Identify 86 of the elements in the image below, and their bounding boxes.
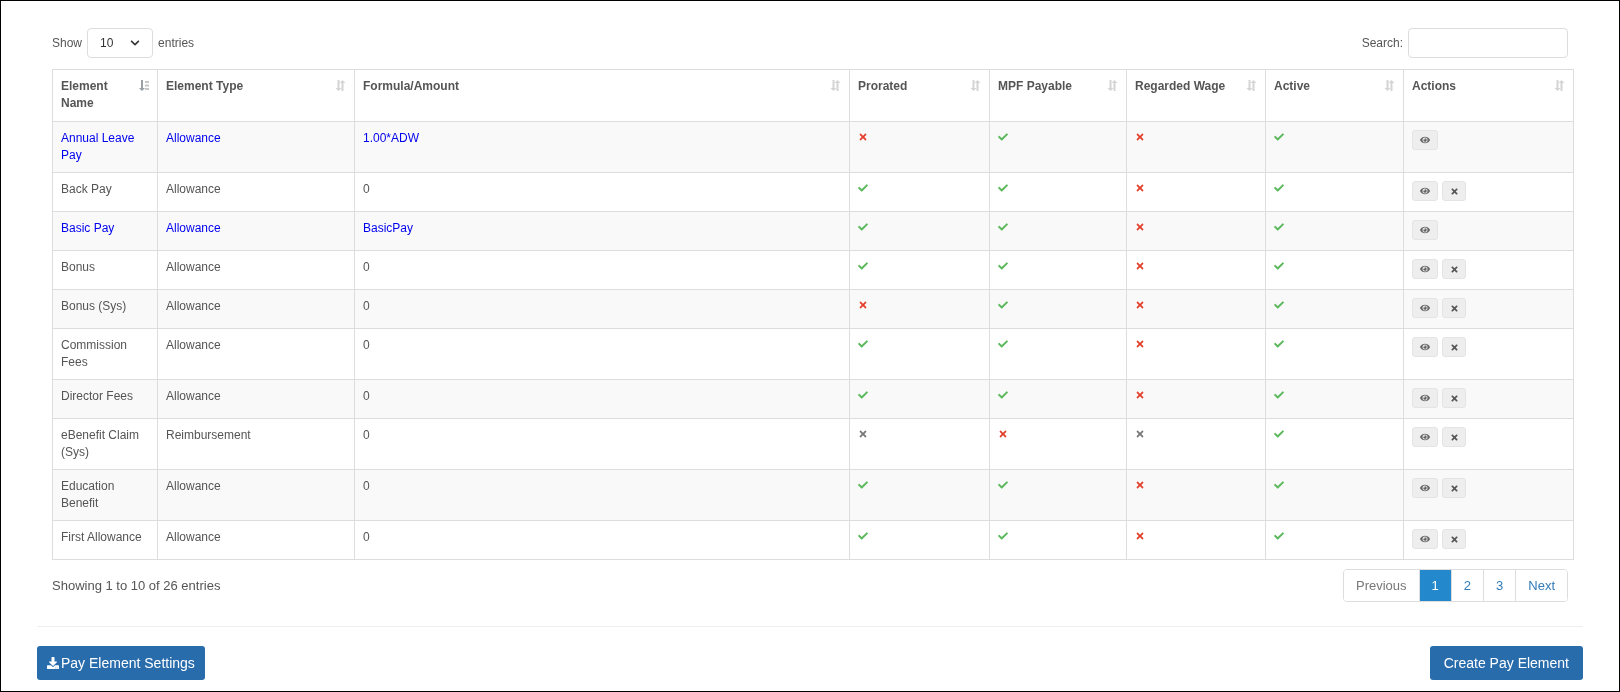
view-button[interactable] — [1412, 130, 1438, 150]
table-cell: Director Fees — [52, 379, 158, 419]
view-button[interactable] — [1412, 478, 1438, 498]
entries-label: entries — [158, 35, 195, 52]
view-button[interactable] — [1412, 388, 1438, 408]
column-header[interactable]: Element Type — [157, 69, 355, 122]
table-cell: Allowance — [157, 172, 355, 212]
close-icon — [1449, 393, 1459, 403]
table-cell: 1.00*ADW — [354, 121, 850, 173]
column-header[interactable]: Formula/Amount — [354, 69, 850, 122]
column-header[interactable]: Regarded Wage — [1126, 69, 1266, 122]
delete-button[interactable] — [1442, 529, 1466, 549]
table-cell: Allowance — [157, 121, 355, 173]
table-cell: Basic Pay — [52, 211, 158, 251]
delete-button[interactable] — [1442, 388, 1466, 408]
eye-icon — [1420, 303, 1430, 313]
column-header[interactable]: Prorated — [849, 69, 990, 122]
eye-icon — [1420, 342, 1430, 352]
eye-icon — [1420, 432, 1430, 442]
create-pay-element-button[interactable]: Create Pay Element — [1429, 646, 1583, 680]
show-label: Show — [52, 35, 83, 52]
eye-icon — [1420, 135, 1430, 145]
view-button[interactable] — [1412, 181, 1438, 201]
close-icon — [1449, 483, 1459, 493]
entries-select[interactable]: 10 — [87, 28, 154, 58]
search-field[interactable] — [1408, 28, 1568, 58]
entries-info: Showing 1 to 10 of 26 entries — [52, 577, 221, 595]
table-cell: Allowance — [157, 520, 355, 560]
table-cell: Annual Leave Pay — [52, 121, 158, 173]
view-button[interactable] — [1412, 298, 1438, 318]
delete-button[interactable] — [1442, 298, 1466, 318]
table-cell: 0 — [354, 520, 850, 560]
table-cell: Commission Fees — [52, 328, 158, 380]
search-label: Search: — [1361, 35, 1403, 52]
close-icon — [1449, 264, 1459, 274]
download-icon — [47, 657, 59, 669]
table-cell: Allowance — [157, 469, 355, 521]
table-cell: Allowance — [157, 211, 355, 251]
close-icon — [1449, 534, 1459, 544]
eye-icon — [1420, 225, 1430, 235]
close-icon — [1449, 186, 1459, 196]
delete-button[interactable] — [1442, 337, 1466, 357]
table-cell: 0 — [354, 172, 850, 212]
delete-button[interactable] — [1442, 181, 1466, 201]
pay-element-settings-button[interactable]: Pay Element Settings — [37, 646, 205, 680]
column-header[interactable]: Actions — [1403, 69, 1574, 122]
view-button[interactable] — [1412, 529, 1438, 549]
eye-icon — [1420, 534, 1430, 544]
table-cell: 0 — [354, 289, 850, 329]
column-header[interactable]: Element Name — [52, 69, 158, 122]
table-cell: BasicPay — [354, 211, 850, 251]
view-button[interactable] — [1412, 427, 1438, 447]
close-icon — [1449, 432, 1459, 442]
delete-button[interactable] — [1442, 478, 1466, 498]
table-cell: Back Pay — [52, 172, 158, 212]
table-cell: 0 — [354, 328, 850, 380]
pagination-button[interactable]: Next — [1515, 570, 1567, 601]
view-button[interactable] — [1412, 259, 1438, 279]
eye-icon — [1420, 393, 1430, 403]
table-cell: Reimbursement — [157, 418, 355, 470]
delete-button[interactable] — [1442, 259, 1466, 279]
table-cell: First Allowance — [52, 520, 158, 560]
table-cell: 0 — [354, 418, 850, 470]
table-cell: Bonus (Sys) — [52, 289, 158, 329]
view-button[interactable] — [1412, 337, 1438, 357]
table-cell: eBenefit Claim (Sys) — [52, 418, 158, 470]
table-cell: 0 — [354, 469, 850, 521]
table-cell: 0 — [354, 250, 850, 290]
table-cell: Allowance — [157, 379, 355, 419]
eye-icon — [1420, 483, 1430, 493]
column-header[interactable]: Active — [1265, 69, 1404, 122]
table-cell: Bonus — [52, 250, 158, 290]
view-button[interactable] — [1412, 220, 1438, 240]
close-icon — [1449, 342, 1459, 352]
table-cell: Allowance — [157, 328, 355, 380]
close-icon — [1449, 303, 1459, 313]
eye-icon — [1420, 186, 1430, 196]
pagination-button[interactable]: 1 — [1418, 570, 1451, 601]
column-header[interactable]: MPF Payable — [989, 69, 1127, 122]
table-cell: 0 — [354, 379, 850, 419]
table-cell: Education Benefit — [52, 469, 158, 521]
table-cell: Allowance — [157, 289, 355, 329]
chevron-down-icon — [130, 38, 141, 48]
eye-icon — [1420, 264, 1430, 274]
table-cell: Allowance — [157, 250, 355, 290]
delete-button[interactable] — [1442, 427, 1466, 447]
